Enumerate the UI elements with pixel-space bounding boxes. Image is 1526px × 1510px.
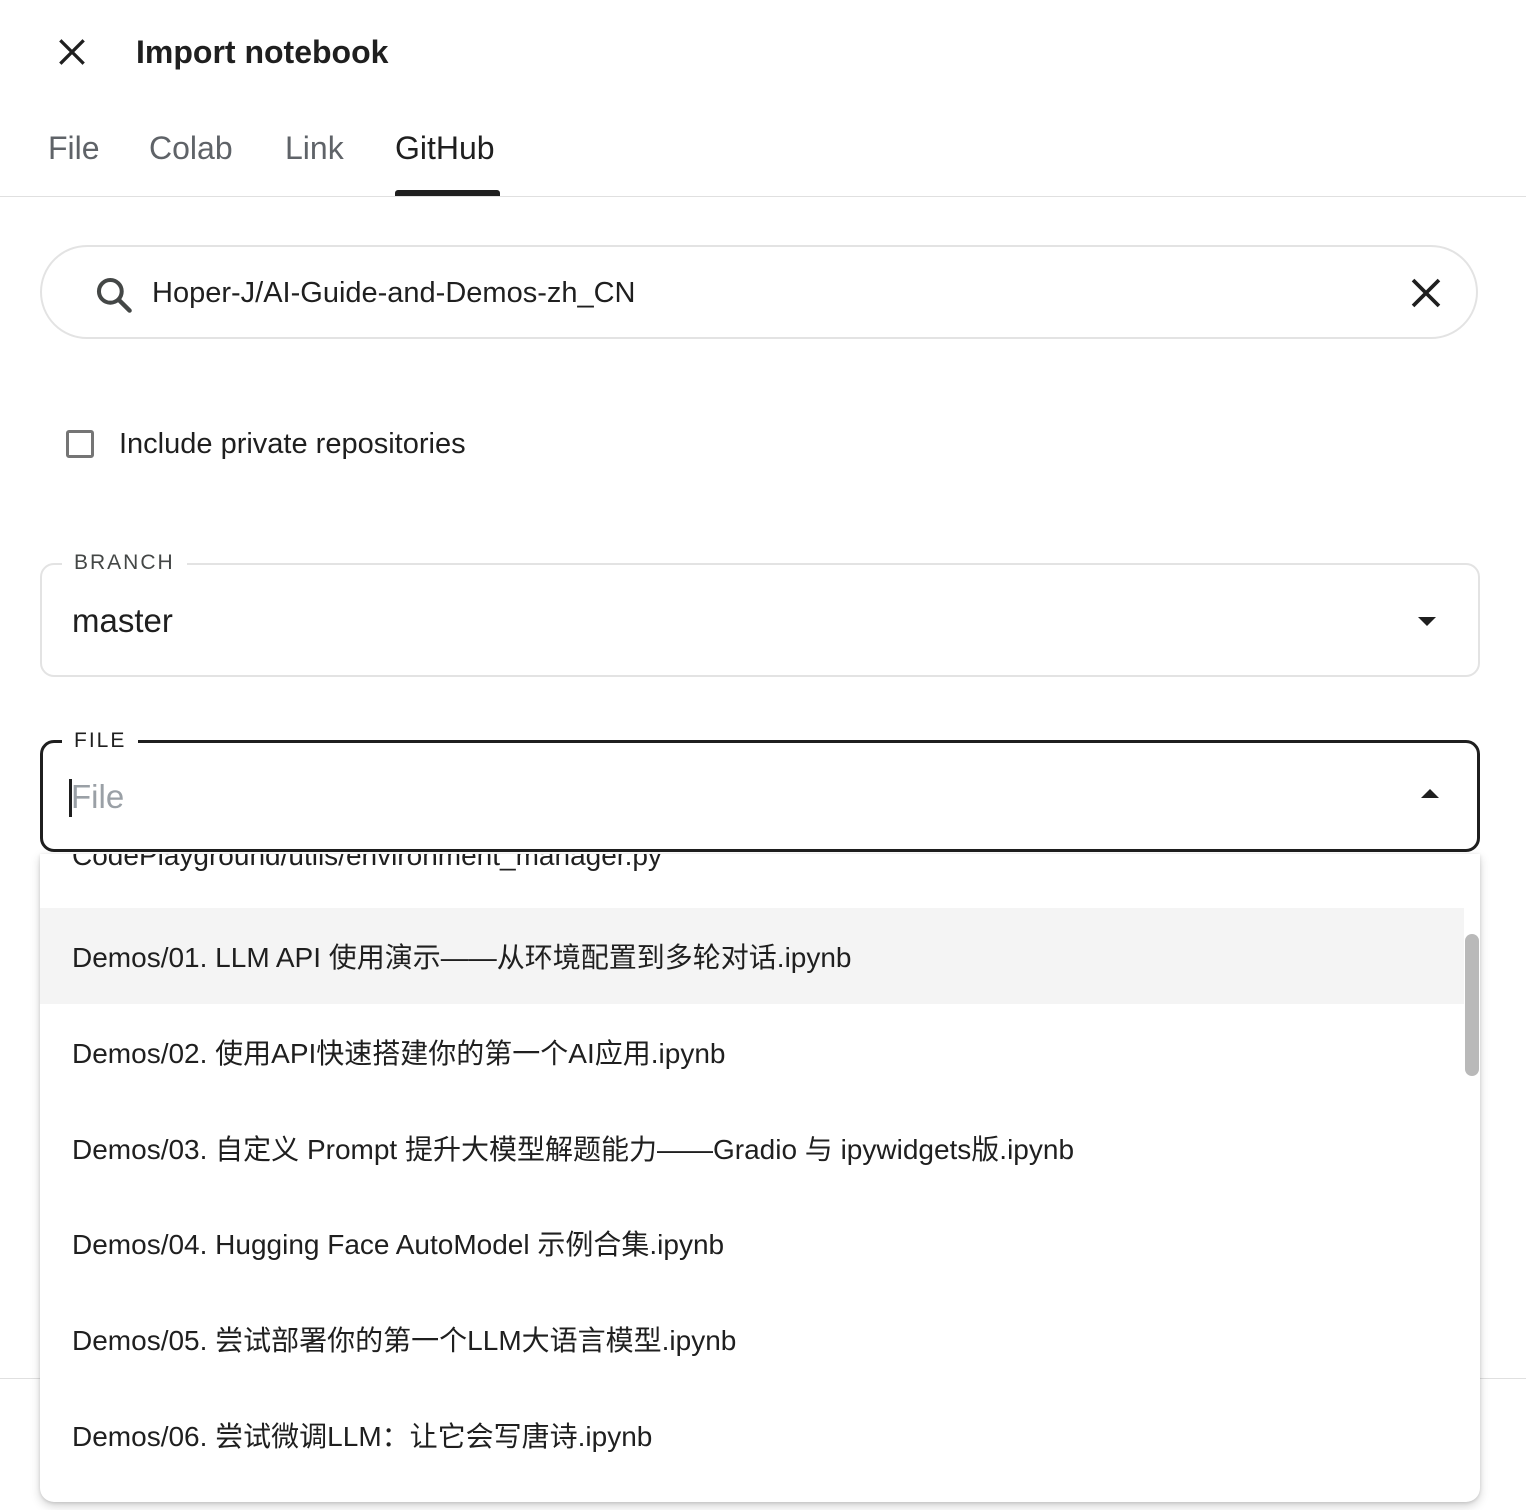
file-option-label: Demos/05. 尝试部署你的第一个LLM大语言模型.ipynb xyxy=(72,1325,737,1356)
branch-select[interactable]: BRANCH master xyxy=(40,551,1480,677)
file-option[interactable]: CodePlayground/utils/environment_manager… xyxy=(40,854,1464,904)
clear-search-icon[interactable] xyxy=(1406,273,1446,313)
file-option[interactable]: Demos/01. LLM API 使用演示——从环境配置到多轮对话.ipynb xyxy=(40,908,1464,1004)
branch-label: BRANCH xyxy=(62,551,187,575)
file-label: FILE xyxy=(62,729,139,753)
file-option-label: Demos/03. 自定义 Prompt 提升大模型解题能力——Gradio 与… xyxy=(72,1134,1075,1165)
file-option-label: Demos/04. Hugging Face AutoModel 示例合集.ip… xyxy=(72,1229,725,1260)
close-icon xyxy=(59,39,85,65)
file-select[interactable]: FILE xyxy=(40,729,1480,852)
search-input[interactable] xyxy=(152,269,1332,317)
file-options-list[interactable]: CodePlayground/utils/environment_manager… xyxy=(40,854,1480,1502)
branch-value: master xyxy=(72,602,173,639)
include-private-repos-label: Include private repositories xyxy=(119,427,466,460)
scrollbar[interactable] xyxy=(1464,854,1480,1502)
chevron-up-icon[interactable] xyxy=(1421,789,1439,798)
file-option[interactable]: Demos/02. 使用API快速搭建你的第一个AI应用.ipynb xyxy=(40,1004,1464,1100)
file-options-viewport: CodePlayground/utils/environment_manager… xyxy=(40,854,1464,1502)
file-option[interactable]: Demos/03. 自定义 Prompt 提升大模型解题能力——Gradio 与… xyxy=(40,1100,1464,1196)
tab-bar: File Colab Link GitHub xyxy=(0,110,1526,197)
page-title: Import notebook xyxy=(136,34,389,70)
tab-link[interactable]: Link xyxy=(285,126,344,170)
file-option[interactable]: Demos/05. 尝试部署你的第一个LLM大语言模型.ipynb xyxy=(40,1291,1464,1387)
scrollbar-thumb[interactable] xyxy=(1465,934,1479,1076)
repository-search xyxy=(40,245,1478,339)
active-tab-indicator xyxy=(395,190,500,196)
file-option[interactable]: Demos/04. Hugging Face AutoModel 示例合集.ip… xyxy=(40,1195,1464,1291)
file-option-label: Demos/01. LLM API 使用演示——从环境配置到多轮对话.ipynb xyxy=(72,942,852,973)
file-option-label: Demos/06. 尝试微调LLM：让它会写唐诗.ipynb xyxy=(72,1421,653,1452)
include-private-repos-checkbox[interactable] xyxy=(66,430,94,458)
tab-file[interactable]: File xyxy=(48,126,100,170)
file-option-label: CodePlayground/utils/environment_manager… xyxy=(72,854,662,871)
file-option[interactable]: Demos/06. 尝试微调LLM：让它会写唐诗.ipynb xyxy=(40,1387,1464,1483)
tab-colab[interactable]: Colab xyxy=(149,126,233,170)
chevron-down-icon xyxy=(1418,617,1436,626)
text-cursor xyxy=(69,779,72,817)
include-private-repos-option[interactable]: Include private repositories xyxy=(64,424,466,464)
file-input[interactable] xyxy=(67,775,1371,819)
file-option-label: Demos/02. 使用API快速搭建你的第一个AI应用.ipynb xyxy=(72,1038,726,1069)
close-dialog-button[interactable] xyxy=(52,32,92,72)
search-icon xyxy=(96,277,132,313)
tab-github[interactable]: GitHub xyxy=(395,126,495,170)
